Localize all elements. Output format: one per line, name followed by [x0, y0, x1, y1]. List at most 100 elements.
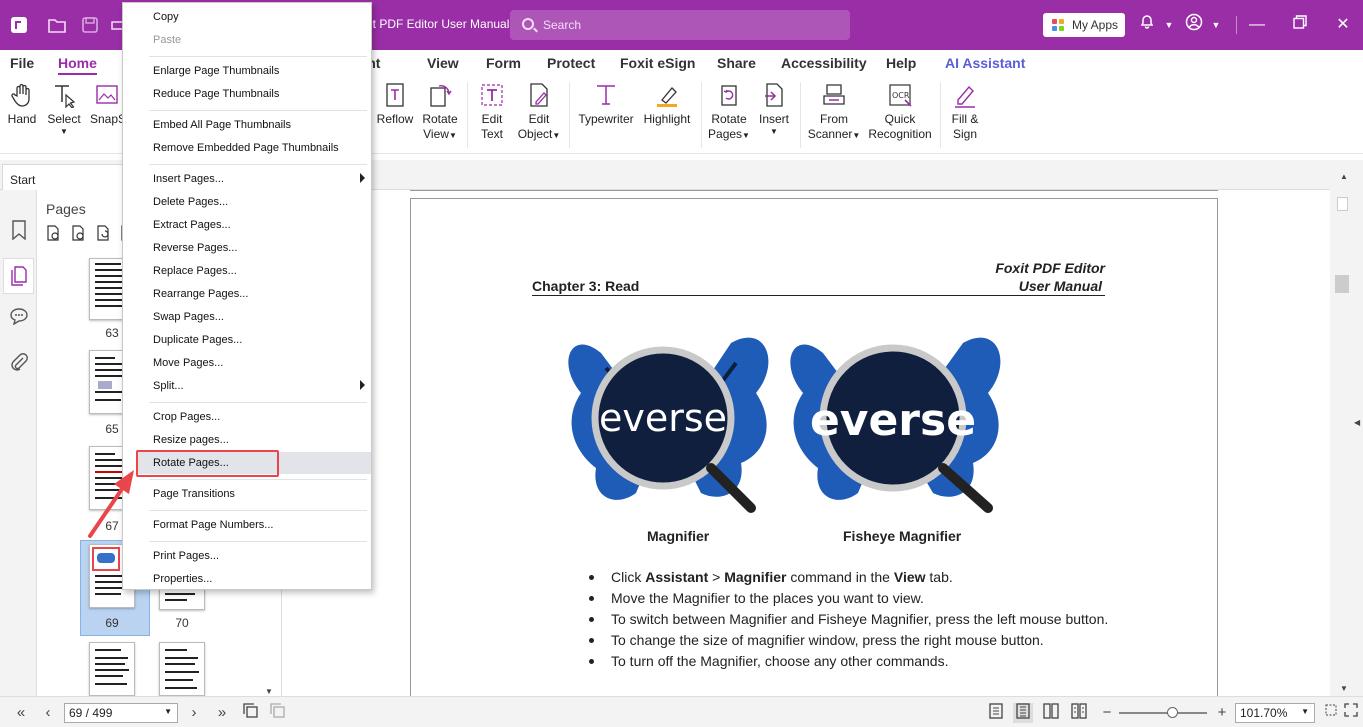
- menu-item-resize-pages[interactable]: Resize pages...: [153, 434, 229, 446]
- panel-expand-arrow-icon[interactable]: ◀: [1354, 418, 1360, 427]
- first-page-icon[interactable]: «: [11, 703, 31, 723]
- next-view-icon[interactable]: [268, 703, 288, 723]
- continuous-page-icon[interactable]: [1013, 703, 1033, 723]
- save-icon[interactable]: [79, 14, 101, 36]
- edit-object-button[interactable]: Edit Object▼: [515, 82, 563, 143]
- select-button[interactable]: Select ▼: [46, 82, 82, 137]
- insert-button[interactable]: Insert ▼: [756, 82, 792, 137]
- tab-help[interactable]: Help: [886, 55, 916, 71]
- rotate-pages-label-2: Pages: [708, 127, 743, 141]
- tab-home[interactable]: Home: [58, 55, 97, 75]
- tab-protect[interactable]: Protect: [547, 55, 595, 71]
- divider: [467, 82, 468, 148]
- snapshot-label: SnapS: [90, 112, 127, 126]
- menu-item-print-pages[interactable]: Print Pages...: [153, 550, 219, 562]
- from-scanner-button[interactable]: From Scanner▼: [806, 82, 862, 143]
- tab-share[interactable]: Share: [717, 55, 756, 71]
- zoom-slider[interactable]: [1119, 707, 1207, 718]
- continuous-facing-icon[interactable]: [1069, 703, 1089, 723]
- menu-item-move-pages[interactable]: Move Pages...: [153, 357, 223, 369]
- menu-item-remove-embedded-thumbnails[interactable]: Remove Embedded Page Thumbnails: [153, 142, 339, 154]
- highlight-button[interactable]: Highlight: [640, 82, 694, 127]
- menu-item-rearrange-pages[interactable]: Rearrange Pages...: [153, 288, 248, 300]
- comments-icon[interactable]: [6, 302, 31, 330]
- reflow-button[interactable]: Reflow: [375, 82, 415, 127]
- quick-recognition-button[interactable]: OCR Quick Recognition: [866, 82, 934, 142]
- bell-icon[interactable]: [1135, 13, 1159, 37]
- scroll-up-arrow-icon[interactable]: ▲: [1340, 172, 1348, 181]
- search-input[interactable]: Search: [510, 10, 850, 40]
- previous-view-icon[interactable]: [241, 703, 261, 723]
- tab-accessibility[interactable]: Accessibility: [781, 55, 867, 71]
- typewriter-button[interactable]: Typewriter: [576, 82, 636, 127]
- menu-item-properties[interactable]: Properties...: [153, 573, 212, 585]
- hand-button[interactable]: Hand: [6, 82, 38, 127]
- scroll-down-arrow-icon[interactable]: ▼: [265, 687, 273, 696]
- open-folder-icon[interactable]: [46, 14, 68, 36]
- fit-width-icon[interactable]: [1321, 703, 1341, 723]
- attachment-icon[interactable]: [6, 348, 31, 376]
- scroll-down-arrow-icon[interactable]: ▼: [1340, 684, 1348, 693]
- menu-item-reduce-thumbnails[interactable]: Reduce Page Thumbnails: [153, 88, 279, 100]
- fill-sign-button[interactable]: Fill & Sign: [946, 82, 984, 142]
- select-label: Select: [47, 112, 81, 126]
- divider: [1236, 16, 1237, 34]
- tab-foxit-esign[interactable]: Foxit eSign: [620, 55, 695, 71]
- from-scanner-label-2: Scanner: [807, 127, 853, 141]
- single-page-icon[interactable]: [986, 703, 1006, 723]
- menu-item-embed-thumbnails[interactable]: Embed All Page Thumbnails: [153, 119, 291, 131]
- menu-item-page-transitions[interactable]: Page Transitions: [153, 488, 235, 500]
- rotate-pages-highlight-box: [136, 450, 279, 477]
- tab-file[interactable]: File: [10, 55, 34, 71]
- chevron-down-icon[interactable]: ▼: [1204, 13, 1228, 37]
- zoom-level-field[interactable]: 101.70% ▼: [1235, 703, 1315, 723]
- page-zoom-in-icon[interactable]: [45, 225, 63, 246]
- menu-item-extract-pages[interactable]: Extract Pages...: [153, 219, 231, 231]
- chevron-down-icon[interactable]: ▼: [1157, 13, 1181, 37]
- rotate-view-button[interactable]: Rotate View▼: [420, 82, 460, 143]
- menu-item-duplicate-pages[interactable]: Duplicate Pages...: [153, 334, 242, 346]
- facing-page-icon[interactable]: [1041, 703, 1061, 723]
- zoom-in-icon[interactable]: +: [1212, 703, 1232, 723]
- menu-item-swap-pages[interactable]: Swap Pages...: [153, 311, 224, 323]
- menu-item-replace-pages[interactable]: Replace Pages...: [153, 265, 237, 277]
- menu-item-format-page-numbers[interactable]: Format Page Numbers...: [153, 519, 273, 531]
- rotate-pages-button[interactable]: Rotate Pages▼: [706, 82, 752, 143]
- vertical-scrollbar[interactable]: ▲ ◀ ▼: [1330, 160, 1363, 696]
- snapshot-button[interactable]: SnapS: [90, 82, 127, 127]
- zoom-out-icon[interactable]: −: [1097, 703, 1117, 723]
- foxit-logo-icon[interactable]: [8, 14, 30, 36]
- scroll-page-up-icon[interactable]: [1337, 197, 1348, 211]
- menu-item-insert-pages[interactable]: Insert Pages...: [153, 173, 224, 185]
- page-replace-icon[interactable]: [95, 225, 113, 246]
- page-number-field[interactable]: 69 / 499 ▼: [64, 703, 178, 723]
- page-thumbnail[interactable]: [159, 642, 205, 696]
- tab-view[interactable]: View: [427, 55, 459, 71]
- edit-text-button[interactable]: Edit Text: [474, 82, 510, 142]
- previous-page-icon[interactable]: ‹: [38, 703, 58, 723]
- pages-icon[interactable]: [3, 258, 34, 294]
- zoom-slider-thumb[interactable]: [1166, 707, 1178, 718]
- tab-ai-assistant[interactable]: AI Assistant: [945, 55, 1025, 71]
- close-icon[interactable]: ✕: [1331, 13, 1355, 37]
- menu-item-enlarge-thumbnails[interactable]: Enlarge Page Thumbnails: [153, 65, 279, 77]
- minimize-icon[interactable]: —: [1245, 13, 1269, 37]
- fullscreen-icon[interactable]: [1341, 703, 1361, 723]
- bookmark-icon[interactable]: [6, 216, 31, 244]
- last-page-icon[interactable]: »: [212, 703, 232, 723]
- menu-item-delete-pages[interactable]: Delete Pages...: [153, 196, 228, 208]
- menu-item-split[interactable]: Split...: [153, 380, 184, 392]
- user-account-icon[interactable]: [1182, 13, 1206, 37]
- menu-item-reverse-pages[interactable]: Reverse Pages...: [153, 242, 237, 254]
- my-apps-button[interactable]: My Apps: [1043, 13, 1125, 37]
- menu-separator: [149, 479, 367, 480]
- menu-item-crop-pages[interactable]: Crop Pages...: [153, 411, 220, 423]
- menu-item-copy[interactable]: Copy: [153, 11, 179, 23]
- page-thumbnail[interactable]: [89, 642, 135, 696]
- next-page-icon[interactable]: ›: [184, 703, 204, 723]
- tab-form[interactable]: Form: [486, 55, 521, 71]
- scroll-thumb[interactable]: [1335, 275, 1349, 293]
- restore-icon[interactable]: [1288, 13, 1312, 37]
- page-zoom-out-icon[interactable]: [70, 225, 88, 246]
- edit-text-label: Edit: [481, 112, 503, 126]
